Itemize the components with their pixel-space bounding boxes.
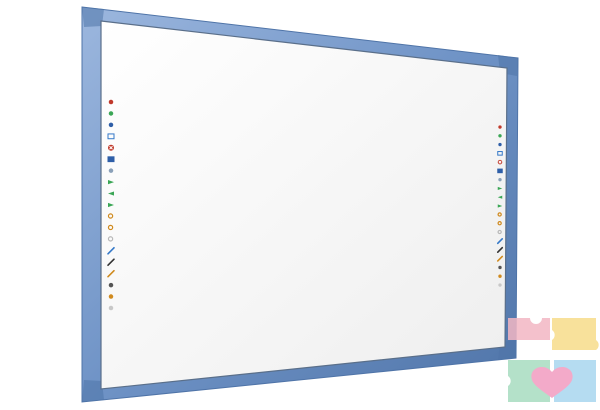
settings-icon[interactable] — [498, 283, 502, 287]
undo-icon[interactable] — [108, 282, 114, 288]
puzzle-heart-logo-icon — [508, 318, 599, 402]
close-icon[interactable] — [108, 144, 114, 151]
home-icon[interactable] — [108, 111, 114, 116]
cup-icon[interactable] — [108, 122, 114, 128]
pointer-icon[interactable] — [108, 99, 114, 105]
whiteboard-surface[interactable] — [100, 20, 508, 390]
undo-icon[interactable] — [498, 265, 502, 270]
whiteboard-scene — [81, 6, 599, 403]
pointer-icon[interactable] — [498, 125, 502, 129]
settings-icon[interactable] — [108, 305, 114, 311]
dot-icon[interactable] — [108, 168, 114, 173]
home-icon[interactable] — [498, 134, 502, 138]
eraser-icon[interactable] — [108, 294, 114, 299]
eraser-icon[interactable] — [498, 274, 502, 278]
window-icon[interactable] — [497, 168, 503, 174]
dot-icon[interactable] — [498, 177, 502, 182]
window-icon[interactable] — [107, 156, 115, 163]
cup-icon[interactable] — [498, 142, 502, 147]
close-icon[interactable] — [497, 159, 503, 165]
